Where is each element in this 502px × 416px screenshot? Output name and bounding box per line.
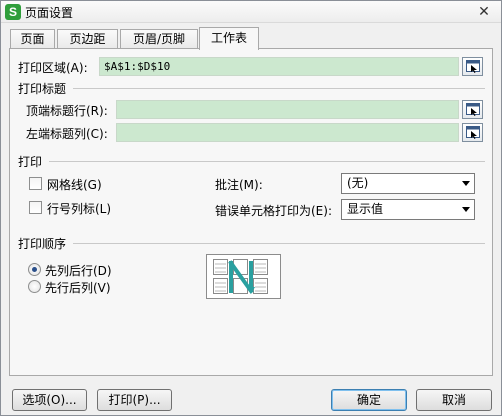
down-then-over-label[interactable]: 先列后行(D) (45, 262, 112, 279)
dialog-title: 页面设置 (25, 6, 74, 20)
print-area-label: 打印区域(A): (18, 61, 88, 75)
close-icon[interactable]: ✕ (475, 3, 493, 21)
print-titles-divider (73, 88, 485, 89)
tab-page[interactable]: 页面 (10, 29, 55, 49)
range-select-icon (466, 103, 480, 116)
gridlines-label[interactable]: 网格线(G) (47, 176, 102, 193)
left-cols-input[interactable] (116, 123, 459, 142)
options-button[interactable]: 选项(O)... (12, 389, 87, 411)
over-then-down-radio[interactable] (28, 280, 41, 293)
page-order-preview-icon (213, 259, 268, 294)
page-order-section-label: 打印顺序 (18, 237, 67, 251)
comments-select[interactable]: (无) (341, 173, 475, 194)
left-cols-pick-button[interactable] (462, 123, 483, 142)
app-icon: S (5, 4, 21, 20)
print-button[interactable]: 打印(P)... (97, 389, 172, 411)
print-area-input[interactable]: $A$1:$D$10 (99, 57, 459, 76)
top-rows-input[interactable] (116, 100, 459, 119)
cell-errors-select-value: 显示值 (347, 202, 384, 216)
left-cols-label: 左端标题列(C): (26, 127, 108, 141)
top-rows-pick-button[interactable] (462, 100, 483, 119)
range-select-icon (466, 126, 480, 139)
title-bar: S 页面设置 ✕ (1, 1, 501, 23)
cell-errors-select[interactable]: 显示值 (341, 199, 475, 220)
page-order-preview (206, 254, 281, 299)
cell-errors-label: 错误单元格打印为(E): (215, 204, 332, 218)
page-order-divider (73, 243, 485, 244)
print-section-label: 打印 (18, 155, 43, 169)
page-setup-dialog: S 页面设置 ✕ 页面 页边距 页眉/页脚 工作表 打印区域(A): $A$1:… (0, 0, 502, 416)
chevron-down-icon (462, 207, 470, 212)
tab-sheet[interactable]: 工作表 (199, 27, 259, 50)
gridlines-checkbox[interactable] (29, 177, 42, 190)
print-titles-section-label: 打印标题 (18, 82, 67, 96)
comments-select-value: (无) (347, 176, 369, 190)
tab-margins[interactable]: 页边距 (57, 29, 118, 49)
tab-header-footer[interactable]: 页眉/页脚 (120, 29, 198, 49)
row-col-headers-checkbox[interactable] (29, 201, 42, 214)
row-col-headers-label[interactable]: 行号列标(L) (47, 200, 111, 217)
comments-label: 批注(M): (215, 178, 263, 192)
print-divider (49, 161, 485, 162)
print-area-pick-button[interactable] (462, 57, 483, 76)
chevron-down-icon (462, 181, 470, 186)
ok-button[interactable]: 确定 (331, 389, 407, 411)
cancel-button[interactable]: 取消 (416, 389, 492, 411)
over-then-down-label[interactable]: 先行后列(V) (45, 279, 111, 296)
top-rows-label: 顶端标题行(R): (26, 104, 108, 118)
down-then-over-radio[interactable] (28, 263, 41, 276)
range-select-icon (466, 60, 480, 73)
